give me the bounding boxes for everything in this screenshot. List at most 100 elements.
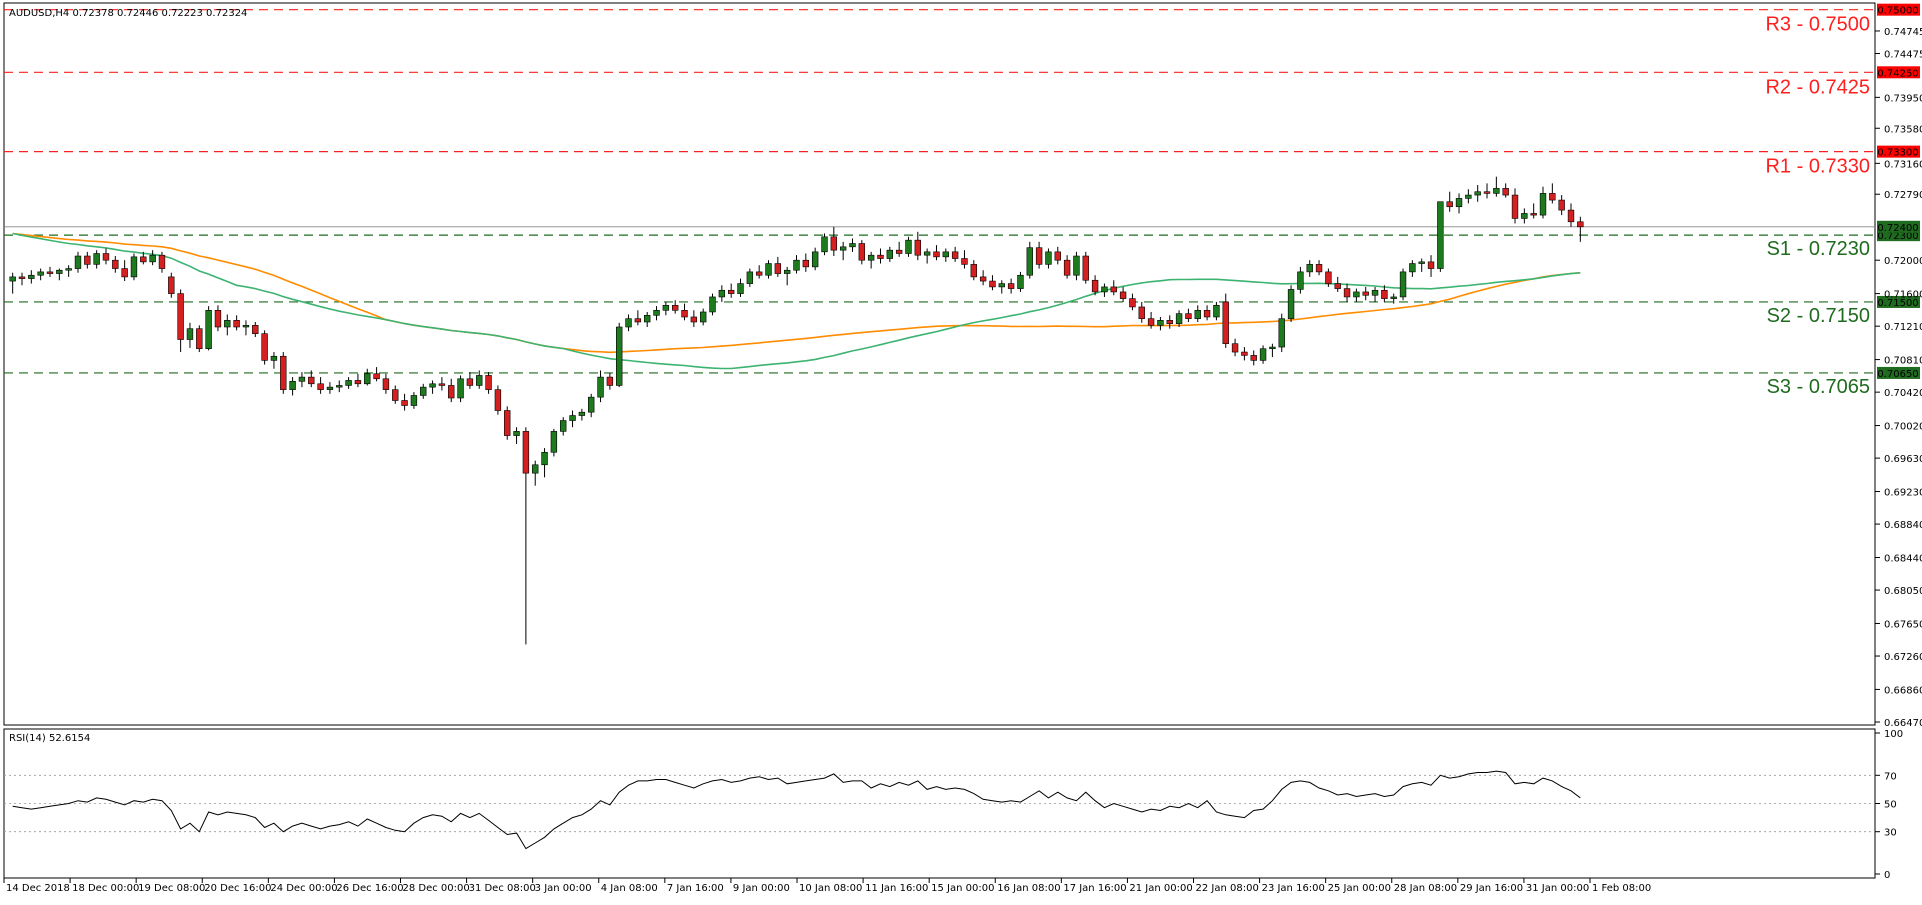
time-tick-11: 9 Jan 00:00 [733,883,790,894]
candle-body [401,400,408,406]
candle-body [1418,261,1425,264]
candle-body [681,310,688,318]
candle-body [196,328,203,350]
candle-body [9,276,16,282]
candle-body [970,264,977,278]
candle-body [867,254,875,261]
level-axis-tag-0: 0.75000 [1877,6,1918,17]
candle-body [37,271,44,276]
candle-body [214,310,222,328]
candle-body [224,320,231,328]
price-tick-1: 0.74475 [1884,50,1922,61]
price-tick-3: 0.73580 [1884,124,1922,135]
candle-body [560,420,567,432]
level-label-3: S1 - 0.7230 [1767,238,1870,260]
candle-body [438,383,446,386]
candle-body [699,311,707,323]
candle [205,306,212,351]
candle-body [1325,271,1332,284]
candle-body [270,355,278,361]
candle-body [1465,194,1472,199]
candle-body [205,310,212,350]
rsi-header: RSI(14) 52.6154 [9,733,90,744]
candle-body [1390,296,1397,299]
candle-body [382,378,390,390]
candle-body [1343,288,1351,298]
candle-body [532,464,539,474]
candle [1278,313,1285,353]
candle-body [933,251,940,258]
candle-body [1567,209,1575,223]
candle-body [1549,193,1556,201]
candle-body [494,389,502,411]
candle-body [84,255,91,265]
candle-body [1521,213,1528,219]
candle-body [1073,255,1080,276]
candle-body [653,310,660,316]
candle-body [1045,251,1052,265]
candle-body [130,256,138,278]
candle-body [1231,343,1239,353]
candle-body [727,289,735,294]
price-tick-18: 0.67260 [1884,652,1922,663]
candle-body [1446,201,1453,208]
candle-body [1147,318,1155,326]
candle-body [1138,306,1145,319]
candle [457,375,464,403]
price-axis: 0.750000.742500.733000.723000.715000.706… [1875,3,1922,729]
candle-body [1539,193,1547,216]
candle-body [1026,247,1033,276]
candle-body [1194,310,1201,319]
candle-body [858,243,866,261]
candle-body [1213,304,1220,318]
candle-body [690,316,698,323]
candle-body [28,274,35,279]
candle-body [177,293,184,340]
candle-body [541,451,548,466]
candle-body [1063,259,1071,276]
candle-body [737,283,744,294]
candle-body [1399,271,1407,298]
candle-body [149,254,156,263]
candle-body [1409,263,1416,273]
candle-body [1306,264,1313,273]
candle [709,293,716,316]
candle-body [1371,289,1379,296]
candle-body [140,256,147,263]
candle-body [317,383,324,390]
time-tick-2: 19 Dec 08:00 [138,883,205,894]
level-axis-tag-1: 0.74250 [1877,68,1918,79]
candle-body [951,251,959,259]
candle-body [289,380,296,390]
candle-body [56,269,63,274]
price-tick-9: 0.70810 [1884,356,1922,367]
candle-body [158,254,166,269]
level-label-5: S3 - 0.7065 [1767,376,1870,398]
chart-canvas: R3 - 0.7500 R2 - 0.7425 R1 - 0.7330 S1 - 0.… [3,2,1922,894]
candle-body [420,386,427,396]
candle-body [1091,279,1099,293]
rsi-tick-0: 100 [1884,729,1903,740]
candle-body [821,236,828,253]
candle-body [895,249,903,254]
candle-body [1577,221,1584,228]
level-label-4: S2 - 0.7150 [1767,305,1870,327]
rsi-panel: RSI(14) 52.6154 [3,728,1876,879]
candle-body [121,268,128,278]
candle-body [905,239,912,254]
candle-body [1119,291,1127,299]
candle-body [168,276,175,294]
candle-body [662,304,670,311]
time-tick-9: 4 Jan 08:00 [601,883,658,894]
time-tick-19: 23 Jan 16:00 [1262,883,1325,894]
rsi-tick-1: 70 [1884,771,1897,782]
candle-body [233,320,240,328]
candle [280,352,287,394]
candle-body [1483,191,1491,194]
candle [494,385,502,415]
candle-body [877,254,884,259]
candle-body [457,378,464,399]
candle [196,325,203,353]
candle-body [1558,199,1565,211]
candle-body [644,315,651,323]
